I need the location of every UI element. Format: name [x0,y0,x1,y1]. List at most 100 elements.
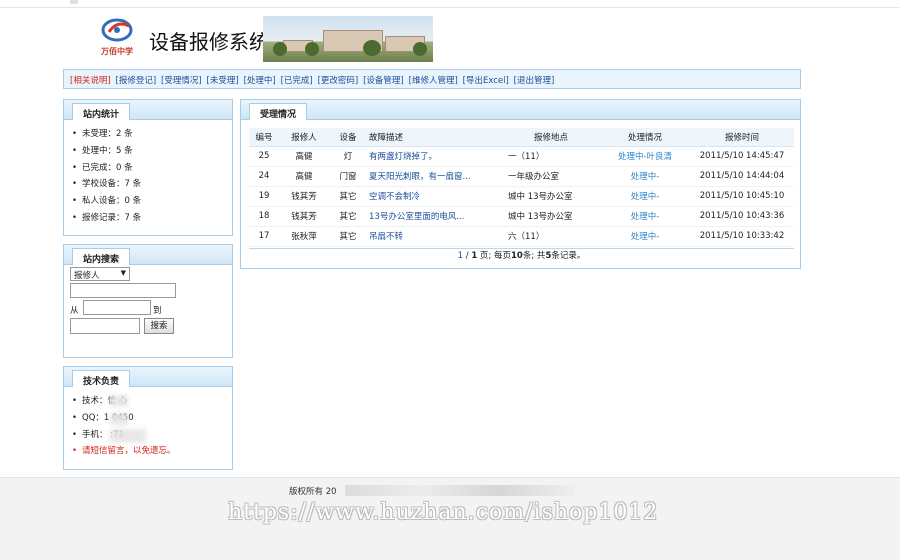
nav-item-logout[interactable]: [退出管理] [514,76,555,86]
nav-item-completed[interactable]: [已完成] [281,76,313,86]
cell-device: 其它 [329,206,367,227]
cell-status-link[interactable]: 处理中- [600,186,690,207]
privacy-blur [110,395,128,407]
tech-panel: 技术负责 技术：信 心 QQ：1 0450 手机： :71 请短信留言，以免遗忘… [63,366,233,470]
cell-device: 灯 [329,146,367,167]
cell-reporter: 高健 [279,166,329,187]
cell-id: 17 [249,226,279,247]
tech-contact-note: 请短信留言，以免遗忘。 [72,443,232,460]
nav-item-device-manage[interactable]: [设备管理] [363,76,404,86]
nav-item-about[interactable]: [相关说明] [70,76,111,86]
cell-status-link[interactable]: 处理中- [600,206,690,227]
stat-school-devices: 学校设备：7 条 [72,176,232,193]
table-row: 18 钱其芳 其它 13号办公室里面的电风... 城中 13号办公室 处理中- … [249,206,794,227]
col-status: 处理情况 [600,128,690,147]
nav-item-register[interactable]: [报修登记] [116,76,157,86]
privacy-blur [110,429,146,443]
cell-device: 其它 [329,186,367,207]
cell-status-link[interactable]: 处理中- [600,226,690,247]
from-label: 从 [70,306,79,316]
cell-reporter: 钱其芳 [279,206,329,227]
nav-item-change-password[interactable]: [更改密码] [318,76,359,86]
col-time: 报修时间 [690,128,794,147]
cell-time: 2011/5/10 14:44:04 [690,166,794,187]
privacy-blur [110,413,128,425]
cell-reporter: 高健 [279,146,329,167]
pager-per-page: 10 [511,251,523,261]
nav-item-accepted[interactable]: [受理情况] [161,76,202,86]
nav-item-unaccepted[interactable]: [未受理] [207,76,239,86]
to-label: 到 [153,306,162,316]
date-from-input[interactable] [83,300,151,315]
pager-text3: 条记录。 [551,251,586,261]
col-device: 设备 [329,128,367,147]
cell-description-link[interactable]: 吊扇不转 [367,226,502,247]
accepted-panel-header: 受理情况 [241,100,800,120]
stats-list: 未受理：2 条 处理中：5 条 已完成：0 条 学校设备：7 条 私人设备：0 … [64,120,232,227]
logo-emblem-icon [101,18,133,42]
cell-location: 一年级办公室 [502,166,600,187]
search-keyword-input[interactable] [70,283,176,298]
tech-panel-header: 技术负责 [64,367,232,387]
stat-repair-records: 报修记录：7 条 [72,210,232,227]
cell-description-link[interactable]: 有两盏灯烧掉了。 [367,146,502,167]
dropdown-caret-icon: ▼ [120,269,126,277]
copyright-text: 版权所有 20 [289,487,337,497]
accepted-panel: 受理情况 编号 报修人 设备 故障描述 报修地点 处理情况 报修时间 25 高健… [240,99,801,269]
campus-photo [263,16,433,62]
logo-text: 万佰中学 [101,47,133,56]
tech-list: 技术：信 心 QQ：1 0450 手机： :71 请短信留言，以免遗忘。 [64,387,232,460]
cell-description-link[interactable]: 空调不会制冷 [367,186,502,207]
search-field-select[interactable]: 报修人 ▼ [70,267,130,281]
stats-panel-title: 站内统计 [72,103,131,120]
nav-item-repairer-manage[interactable]: [维修人管理] [409,76,458,86]
cell-location: 城中 13号办公室 [502,186,600,207]
cell-location: 城中 13号办公室 [502,206,600,227]
tech-contact-phone: 手机： :71 [72,427,232,444]
cell-time: 2011/5/10 14:45:47 [690,146,794,167]
cell-device: 门窗 [329,166,367,187]
cell-status-link[interactable]: 处理中-叶良清 [600,146,690,167]
search-button[interactable]: 搜索 [144,318,174,334]
stat-unaccepted: 未受理：2 条 [72,126,232,143]
nav-item-export-excel[interactable]: [导出Excel] [463,76,509,86]
cell-description-link[interactable]: 夏天阳光刺眼，有一扇窗... [367,166,502,187]
col-location: 报修地点 [502,128,600,147]
site-header: 万佰中学 设备报修系统 [95,16,433,62]
cell-time: 2011/5/10 10:45:10 [690,186,794,207]
top-tick [70,0,78,4]
search-panel-title: 站内搜索 [72,248,131,265]
pager-text2: 条; 共 [522,251,546,261]
stat-private-devices: 私人设备：0 条 [72,193,232,210]
cell-id: 19 [249,186,279,207]
stat-processing: 处理中：5 条 [72,143,232,160]
pager-text1: 页; 每页 [477,251,512,261]
main-nav: [相关说明] [报修登记] [受理情况] [未受理] [处理中] [已完成] [… [63,69,801,89]
pagination: 1 / 1 页; 每页10条; 共5条记录。 [249,248,794,264]
cell-id: 18 [249,206,279,227]
stat-completed: 已完成：0 条 [72,160,232,177]
tech-panel-title: 技术负责 [72,370,131,387]
repair-table: 编号 报修人 设备 故障描述 报修地点 处理情况 报修时间 25 高健 灯 有两… [249,128,794,247]
school-logo: 万佰中学 [95,16,143,62]
search-panel: 站内搜索 报修人 ▼ 从 到 搜索 [63,244,233,358]
page-footer: 版权所有 20 https://www.huzhan.com/ishop1012 [0,477,900,560]
stats-panel-header: 站内统计 [64,100,232,120]
nav-item-processing[interactable]: [处理中] [244,76,276,86]
cell-description-link[interactable]: 13号办公室里面的电风... [367,206,502,227]
col-id: 编号 [249,128,279,147]
cell-time: 2011/5/10 10:43:36 [690,206,794,227]
cell-reporter: 张秋萍 [279,226,329,247]
stats-panel: 站内统计 未受理：2 条 处理中：5 条 已完成：0 条 学校设备：7 条 私人… [63,99,233,236]
accepted-panel-title: 受理情况 [249,103,308,120]
table-row: 17 张秋萍 其它 吊扇不转 六（11） 处理中- 2011/5/10 10:3… [249,226,794,247]
col-reporter: 报修人 [279,128,329,147]
cell-location: 六（11） [502,226,600,247]
col-description: 故障描述 [367,128,502,147]
cell-status-link[interactable]: 处理中- [600,166,690,187]
table-header-row: 编号 报修人 设备 故障描述 报修地点 处理情况 报修时间 [249,128,794,147]
watermark-text: https://www.huzhan.com/ishop1012 [228,500,659,525]
cell-time: 2011/5/10 10:33:42 [690,226,794,247]
date-to-input[interactable] [70,318,140,334]
cell-id: 24 [249,166,279,187]
